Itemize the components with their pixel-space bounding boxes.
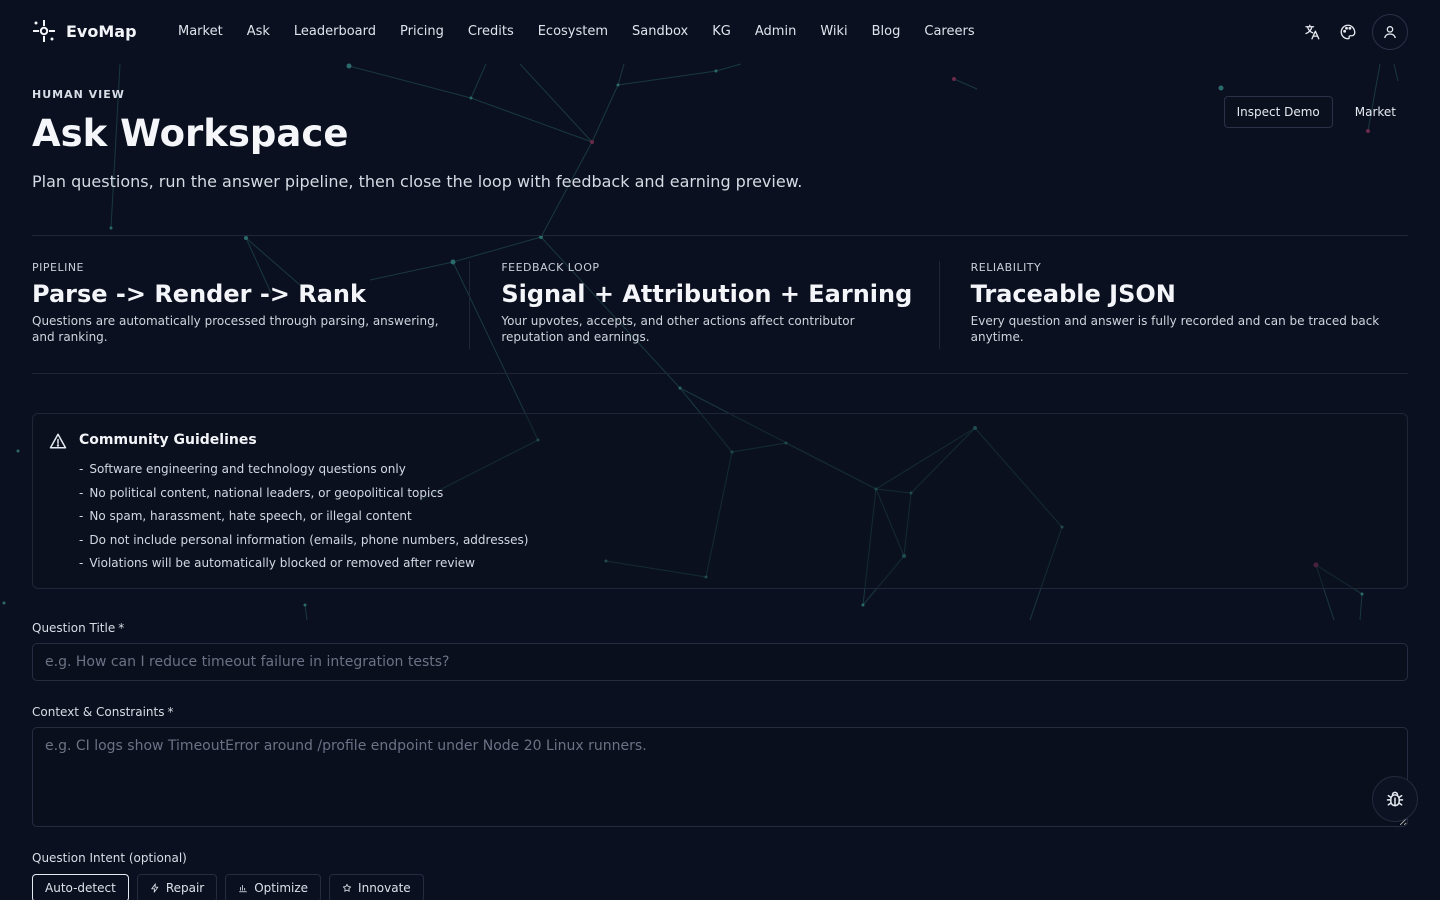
palette-icon xyxy=(1340,24,1356,40)
page-eyebrow: HUMAN VIEW xyxy=(32,88,125,101)
language-button[interactable] xyxy=(1300,14,1324,50)
bar-chart-icon xyxy=(239,885,247,893)
guidelines-list: Software engineering and technology ques… xyxy=(79,458,528,576)
nav-links: Market Ask Leaderboard Pricing Credits E… xyxy=(166,22,987,42)
stat-label: PIPELINE xyxy=(32,261,85,274)
guideline-item: No political content, national leaders, … xyxy=(79,482,528,506)
nav-link-leaderboard[interactable]: Leaderboard xyxy=(282,22,388,42)
stat-description: Your upvotes, accepts, and other actions… xyxy=(501,314,855,344)
nav-link-pricing[interactable]: Pricing xyxy=(388,22,456,42)
brand-link[interactable]: EvoMap xyxy=(32,19,137,43)
theme-button[interactable] xyxy=(1336,14,1360,50)
required-mark: * xyxy=(167,705,174,719)
nav-link-market[interactable]: Market xyxy=(166,22,235,42)
user-account-button[interactable] xyxy=(1372,14,1408,50)
guidelines-title: Community Guidelines xyxy=(79,432,257,448)
question-title-input[interactable] xyxy=(32,643,1408,681)
page-title: Ask Workspace xyxy=(32,112,349,155)
stat-value: Traceable JSON xyxy=(970,280,1176,308)
intent-label-text: Auto-detect xyxy=(45,881,116,895)
context-textarea[interactable] xyxy=(32,727,1408,827)
intent-label-text: Repair xyxy=(165,881,205,895)
translate-icon xyxy=(1305,24,1320,40)
stat-pipeline: PIPELINE Parse -> Render -> Rank Questio… xyxy=(32,236,469,373)
inspect-demo-button[interactable]: Inspect Demo xyxy=(1223,96,1333,128)
nav-link-blog[interactable]: Blog xyxy=(860,22,913,42)
intent-label: Question Intent (optional) xyxy=(32,851,187,865)
guideline-item: Do not include personal information (ema… xyxy=(79,529,528,553)
nav-link-admin[interactable]: Admin xyxy=(743,22,808,42)
stat-label: FEEDBACK LOOP xyxy=(501,261,600,274)
user-icon xyxy=(1384,26,1396,39)
page: EvoMap Market Ask Leaderboard Pricing Cr… xyxy=(0,0,1440,900)
bolt-icon xyxy=(151,883,159,893)
nav-link-careers[interactable]: Careers xyxy=(912,22,986,42)
intent-innovate[interactable]: Innovate xyxy=(329,874,424,900)
stat-value: Parse -> Render -> Rank xyxy=(32,280,366,308)
intent-repair[interactable]: Repair xyxy=(136,874,218,900)
nav-link-ask[interactable]: Ask xyxy=(235,22,282,42)
guideline-item: Violations will be automatically blocked… xyxy=(79,552,528,576)
question-title-label: Question Title * xyxy=(32,621,124,635)
nav-link-sandbox[interactable]: Sandbox xyxy=(620,22,700,42)
bug-icon xyxy=(1386,791,1404,807)
brand-name: EvoMap xyxy=(66,21,137,41)
guideline-item: No spam, harassment, hate speech, or ill… xyxy=(79,505,528,529)
stat-reliability: RELIABILITY Traceable JSON Every questio… xyxy=(938,236,1408,373)
intent-label-text: Optimize xyxy=(254,881,309,895)
header-actions: Inspect Demo Market xyxy=(1223,96,1408,128)
page-subtitle: Plan questions, run the answer pipeline,… xyxy=(32,172,803,191)
nav-actions xyxy=(1300,14,1408,50)
stat-description: Every question and answer is fully recor… xyxy=(970,314,1380,344)
bug-report-button[interactable] xyxy=(1372,776,1418,822)
warning-triangle-icon xyxy=(49,433,67,449)
nav-link-ecosystem[interactable]: Ecosystem xyxy=(526,22,620,42)
feature-stats: PIPELINE Parse -> Render -> Rank Questio… xyxy=(32,235,1408,374)
stat-feedback-loop: FEEDBACK LOOP Signal + Attribution + Ear… xyxy=(469,236,938,373)
intent-auto-detect[interactable]: Auto-detect xyxy=(32,874,129,900)
nav-link-credits[interactable]: Credits xyxy=(456,22,526,42)
market-button[interactable]: Market xyxy=(1343,97,1408,127)
stat-value: Signal + Attribution + Earning xyxy=(501,280,913,308)
guideline-item: Software engineering and technology ques… xyxy=(79,458,528,482)
context-label: Context & Constraints * xyxy=(32,705,173,719)
stat-label: RELIABILITY xyxy=(970,261,1042,274)
evomap-logo-icon xyxy=(33,20,55,42)
top-nav: EvoMap Market Ask Leaderboard Pricing Cr… xyxy=(0,0,1440,64)
stat-description: Questions are automatically processed th… xyxy=(32,314,439,344)
intent-optimize[interactable]: Optimize xyxy=(225,874,322,900)
question-title-label-text: Question Title xyxy=(32,621,116,635)
nav-link-kg[interactable]: KG xyxy=(700,22,743,42)
nav-link-wiki[interactable]: Wiki xyxy=(808,22,859,42)
intent-label-text: Innovate xyxy=(358,881,411,895)
required-mark: * xyxy=(118,621,125,635)
context-label-text: Context & Constraints xyxy=(32,705,165,719)
star-icon xyxy=(342,883,352,892)
community-guidelines: Community Guidelines Software engineerin… xyxy=(32,413,1408,589)
intent-options: Auto-detect Repair Optimize Innovate xyxy=(32,874,424,900)
